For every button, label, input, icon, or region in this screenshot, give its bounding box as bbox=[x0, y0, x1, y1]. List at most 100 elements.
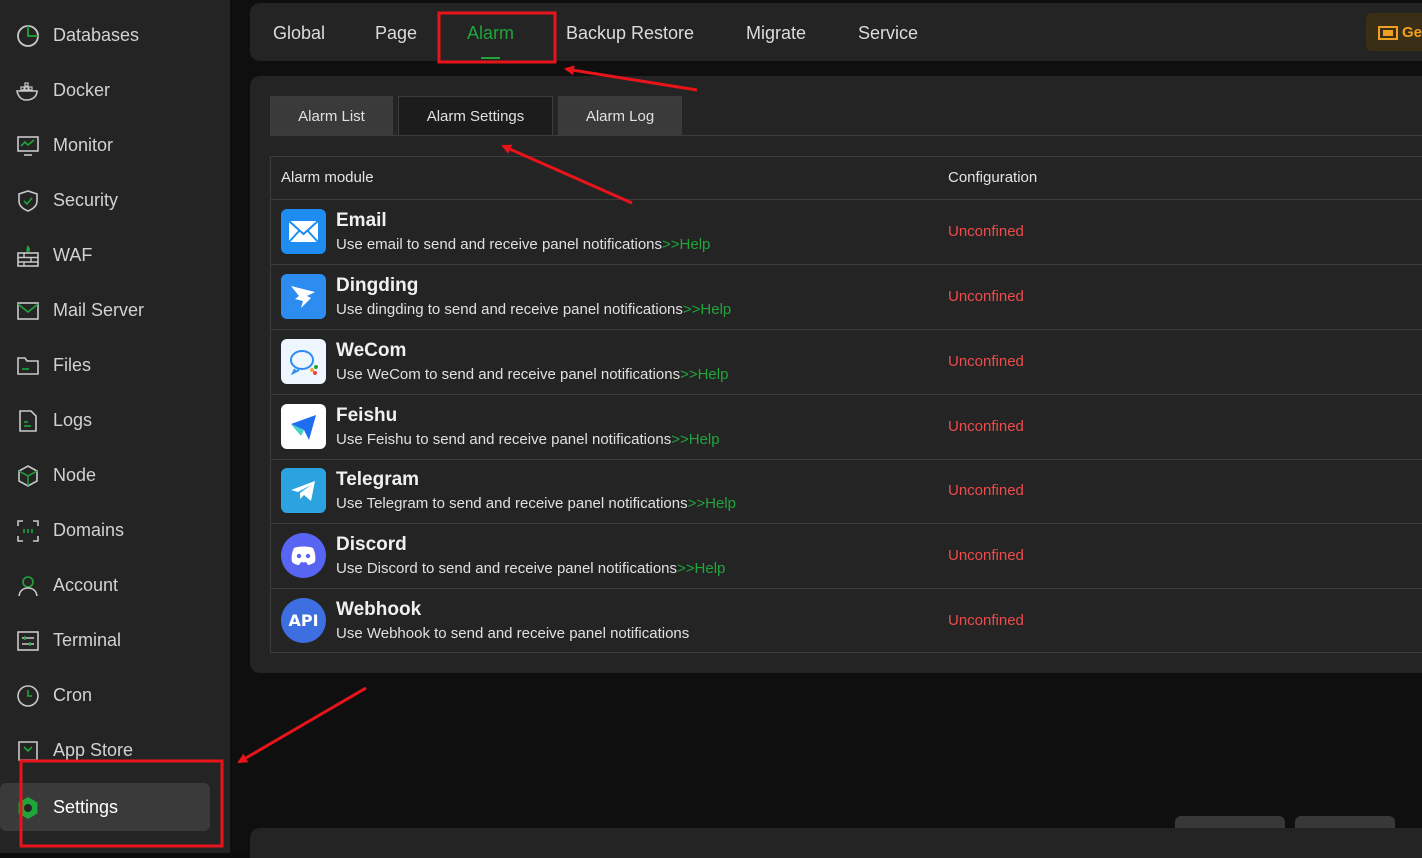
sidebar-item-node[interactable]: Node bbox=[0, 451, 230, 499]
module-name: Discord bbox=[336, 534, 407, 555]
module-description-text: Use Discord to send and receive panel no… bbox=[336, 560, 678, 577]
dingding-icon bbox=[281, 274, 326, 319]
sidebar-item-docker[interactable]: Docker bbox=[0, 66, 230, 114]
domain-icon bbox=[17, 520, 39, 542]
sidebar-item-account[interactable]: Account bbox=[0, 561, 230, 609]
module-description: Use Webhook to send and receive panel no… bbox=[336, 625, 689, 643]
tab-global[interactable]: Global bbox=[273, 21, 325, 45]
module-description: Use Discord to send and receive panel no… bbox=[336, 560, 725, 578]
sidebar-item-monitor[interactable]: Monitor bbox=[0, 121, 230, 169]
active-tab-underline bbox=[481, 57, 501, 59]
subtab-alarm-list[interactable]: Alarm List bbox=[270, 96, 393, 135]
tab-alarm[interactable]: Alarm bbox=[467, 21, 515, 59]
bottom-button[interactable] bbox=[1175, 816, 1285, 828]
module-name: WeCom bbox=[336, 340, 407, 361]
folder-icon bbox=[17, 357, 39, 375]
help-link[interactable]: >>Help bbox=[683, 301, 731, 318]
module-description-text: Use email to send and receive panel noti… bbox=[336, 236, 663, 253]
mail-icon bbox=[17, 302, 39, 320]
sidebar-item-databases[interactable]: Databases bbox=[0, 11, 230, 59]
get-pro-button[interactable]: Ge bbox=[1366, 13, 1422, 51]
table-row[interactable]: Email Use email to send and receive pane… bbox=[271, 200, 1422, 265]
settings-tab-bar: Global Page Alarm Backup Restore Migrate… bbox=[250, 3, 1422, 61]
database-icon bbox=[17, 25, 39, 47]
subtab-alarm-settings[interactable]: Alarm Settings bbox=[398, 96, 553, 135]
sidebar-item-logs[interactable]: Logs bbox=[0, 396, 230, 444]
sidebar-item-label: Monitor bbox=[53, 135, 114, 155]
alarm-panel: Alarm List Alarm Settings Alarm Log Alar… bbox=[250, 76, 1422, 673]
sidebar-item-settings[interactable]: Settings bbox=[0, 783, 210, 831]
crown-icon bbox=[1378, 26, 1398, 40]
bottom-button[interactable] bbox=[1295, 816, 1395, 828]
tab-page[interactable]: Page bbox=[375, 21, 417, 45]
status-badge[interactable]: Unconfined bbox=[948, 612, 1024, 630]
sidebar: Databases Docker Monitor Security WAF Ma… bbox=[0, 0, 230, 853]
help-link[interactable]: >>Help bbox=[688, 495, 736, 512]
table-row[interactable]: Telegram Use Telegram to send and receiv… bbox=[271, 459, 1422, 524]
docker-icon bbox=[16, 82, 38, 101]
sidebar-item-security[interactable]: Security bbox=[0, 176, 230, 224]
email-icon bbox=[281, 209, 326, 254]
subtab-alarm-log[interactable]: Alarm Log bbox=[558, 96, 682, 135]
table-row[interactable]: API Webhook Use Webhook to send and rece… bbox=[271, 589, 1422, 654]
sidebar-item-label: Security bbox=[53, 190, 119, 210]
help-link[interactable]: >>Help bbox=[662, 236, 710, 253]
module-name: Telegram bbox=[336, 469, 420, 490]
webhook-api-logo-text: API bbox=[288, 611, 319, 630]
subtab-divider bbox=[270, 135, 1422, 136]
tab-migrate[interactable]: Migrate bbox=[746, 21, 806, 45]
table-row[interactable]: Discord Use Discord to send and receive … bbox=[271, 524, 1422, 589]
sidebar-item-label: Cron bbox=[53, 685, 93, 705]
user-icon bbox=[18, 576, 38, 597]
status-badge[interactable]: Unconfined bbox=[948, 353, 1024, 371]
help-link[interactable]: >>Help bbox=[680, 366, 728, 383]
sidebar-item-mail-server[interactable]: Mail Server bbox=[0, 286, 230, 334]
sidebar-item-domains[interactable]: Domains bbox=[0, 506, 230, 554]
status-badge[interactable]: Unconfined bbox=[948, 482, 1024, 500]
column-header-module: Alarm module bbox=[281, 169, 374, 186]
sidebar-item-label: Logs bbox=[53, 410, 93, 430]
help-link[interactable]: >>Help bbox=[677, 560, 725, 577]
feishu-icon bbox=[281, 404, 326, 449]
shield-icon bbox=[18, 190, 38, 212]
tab-alarm-label: Alarm bbox=[467, 23, 515, 43]
module-description-text: Use Feishu to send and receive panel not… bbox=[336, 431, 672, 448]
column-header-configuration: Configuration bbox=[948, 169, 1038, 186]
sidebar-item-waf[interactable]: WAF bbox=[0, 231, 230, 279]
telegram-icon bbox=[281, 468, 326, 513]
bottom-panel bbox=[250, 828, 1422, 858]
sidebar-item-label: App Store bbox=[53, 740, 134, 760]
sidebar-item-label: Settings bbox=[53, 797, 119, 817]
sidebar-item-terminal[interactable]: Terminal bbox=[0, 616, 230, 664]
module-name: Feishu bbox=[336, 405, 398, 426]
sidebar-item-label: Terminal bbox=[53, 630, 122, 650]
module-name: Email bbox=[336, 210, 387, 231]
module-description: Use email to send and receive panel noti… bbox=[336, 236, 710, 254]
status-badge[interactable]: Unconfined bbox=[948, 547, 1024, 565]
main-content: Global Page Alarm Backup Restore Migrate… bbox=[230, 0, 1422, 858]
module-description-text: Use Telegram to send and receive panel n… bbox=[336, 495, 688, 512]
status-badge[interactable]: Unconfined bbox=[948, 288, 1024, 306]
table-row[interactable]: Dingding Use dingding to send and receiv… bbox=[271, 265, 1422, 330]
tab-service[interactable]: Service bbox=[858, 21, 918, 45]
log-file-icon bbox=[19, 410, 37, 432]
discord-icon bbox=[281, 533, 326, 578]
sidebar-item-label: Mail Server bbox=[53, 300, 145, 320]
module-description-text: Use WeCom to send and receive panel noti… bbox=[336, 366, 681, 383]
help-link[interactable]: >>Help bbox=[671, 431, 719, 448]
sidebar-item-label: Docker bbox=[53, 80, 111, 100]
wecom-icon bbox=[281, 339, 326, 384]
sidebar-item-files[interactable]: Files bbox=[0, 341, 230, 389]
tab-backup-restore[interactable]: Backup Restore bbox=[566, 21, 694, 45]
module-description: Use dingding to send and receive panel n… bbox=[336, 301, 731, 319]
sidebar-item-app-store[interactable]: App Store bbox=[0, 726, 230, 774]
table-row[interactable]: Feishu Use Feishu to send and receive pa… bbox=[271, 395, 1422, 460]
status-badge[interactable]: Unconfined bbox=[948, 418, 1024, 436]
monitor-icon bbox=[17, 136, 39, 156]
sidebar-item-cron[interactable]: Cron bbox=[0, 671, 230, 719]
status-badge[interactable]: Unconfined bbox=[948, 223, 1024, 241]
table-row[interactable]: WeCom Use WeCom to send and receive pane… bbox=[271, 330, 1422, 395]
sidebar-item-label: Files bbox=[53, 355, 92, 375]
cube-icon bbox=[18, 465, 38, 487]
store-icon bbox=[18, 741, 38, 761]
